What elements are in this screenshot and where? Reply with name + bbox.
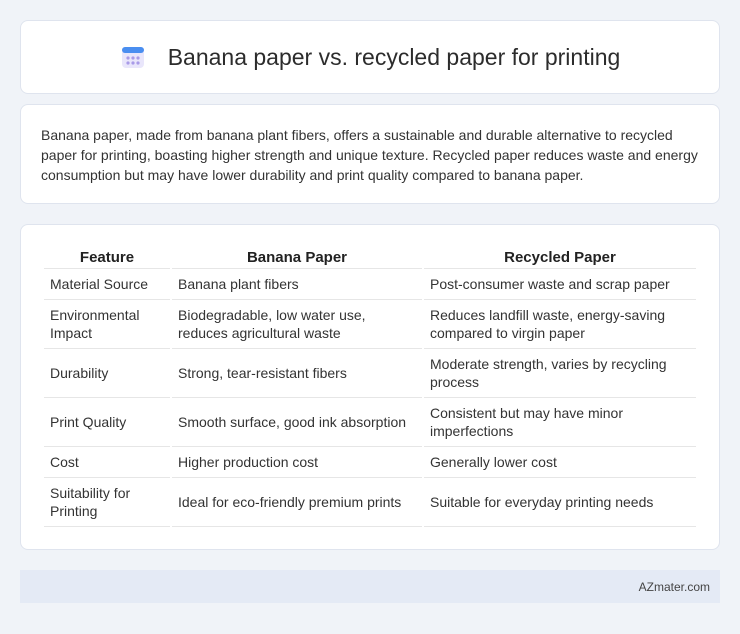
footer-bar: AZmater.com: [20, 570, 720, 603]
column-header-feature: Feature: [44, 243, 170, 269]
table-cell: Consistent but may have minor imperfecti…: [424, 398, 696, 447]
calendar-icon: [121, 47, 144, 68]
table-cell: Banana plant fibers: [172, 269, 422, 300]
table-cell: Cost: [44, 447, 170, 478]
column-header-banana-paper: Banana Paper: [172, 243, 422, 269]
table-row: Material Source Banana plant fibers Post…: [44, 269, 696, 300]
table-row: Print Quality Smooth surface, good ink a…: [44, 398, 696, 447]
summary-card: Banana paper, made from banana plant fib…: [20, 104, 720, 204]
table-cell: Suitability for Printing: [44, 478, 170, 527]
column-header-recycled-paper: Recycled Paper: [424, 243, 696, 269]
table-cell: Post-consumer waste and scrap paper: [424, 269, 696, 300]
comparison-card: Feature Banana Paper Recycled Paper Mate…: [20, 224, 720, 550]
table-cell: Material Source: [44, 269, 170, 300]
table-cell: Environmental Impact: [44, 300, 170, 349]
title-card: Banana paper vs. recycled paper for prin…: [20, 20, 720, 94]
table-row: Suitability for Printing Ideal for eco-f…: [44, 478, 696, 527]
table-cell: Biodegradable, low water use, reduces ag…: [172, 300, 422, 349]
table-cell: Print Quality: [44, 398, 170, 447]
footer-brand: AZmater.com: [638, 579, 710, 594]
table-cell: Higher production cost: [172, 447, 422, 478]
table-cell: Durability: [44, 349, 170, 398]
table-cell: Smooth surface, good ink absorption: [172, 398, 422, 447]
table-cell: Reduces landfill waste, energy-saving co…: [424, 300, 696, 349]
table-cell: Generally lower cost: [424, 447, 696, 478]
table-row: Durability Strong, tear-resistant fibers…: [44, 349, 696, 398]
summary-text: Banana paper, made from banana plant fib…: [41, 127, 698, 183]
table-cell: Ideal for eco-friendly premium prints: [172, 478, 422, 527]
table-cell: Strong, tear-resistant fibers: [172, 349, 422, 398]
page-title: Banana paper vs. recycled paper for prin…: [167, 43, 621, 70]
table-row: Cost Higher production cost Generally lo…: [44, 447, 696, 478]
table-row: Environmental Impact Biodegradable, low …: [44, 300, 696, 349]
table-cell: Suitable for everyday printing needs: [424, 478, 696, 527]
table-cell: Moderate strength, varies by recycling p…: [424, 349, 696, 398]
comparison-table: Feature Banana Paper Recycled Paper Mate…: [42, 243, 698, 527]
table-header-row: Feature Banana Paper Recycled Paper: [44, 243, 696, 269]
